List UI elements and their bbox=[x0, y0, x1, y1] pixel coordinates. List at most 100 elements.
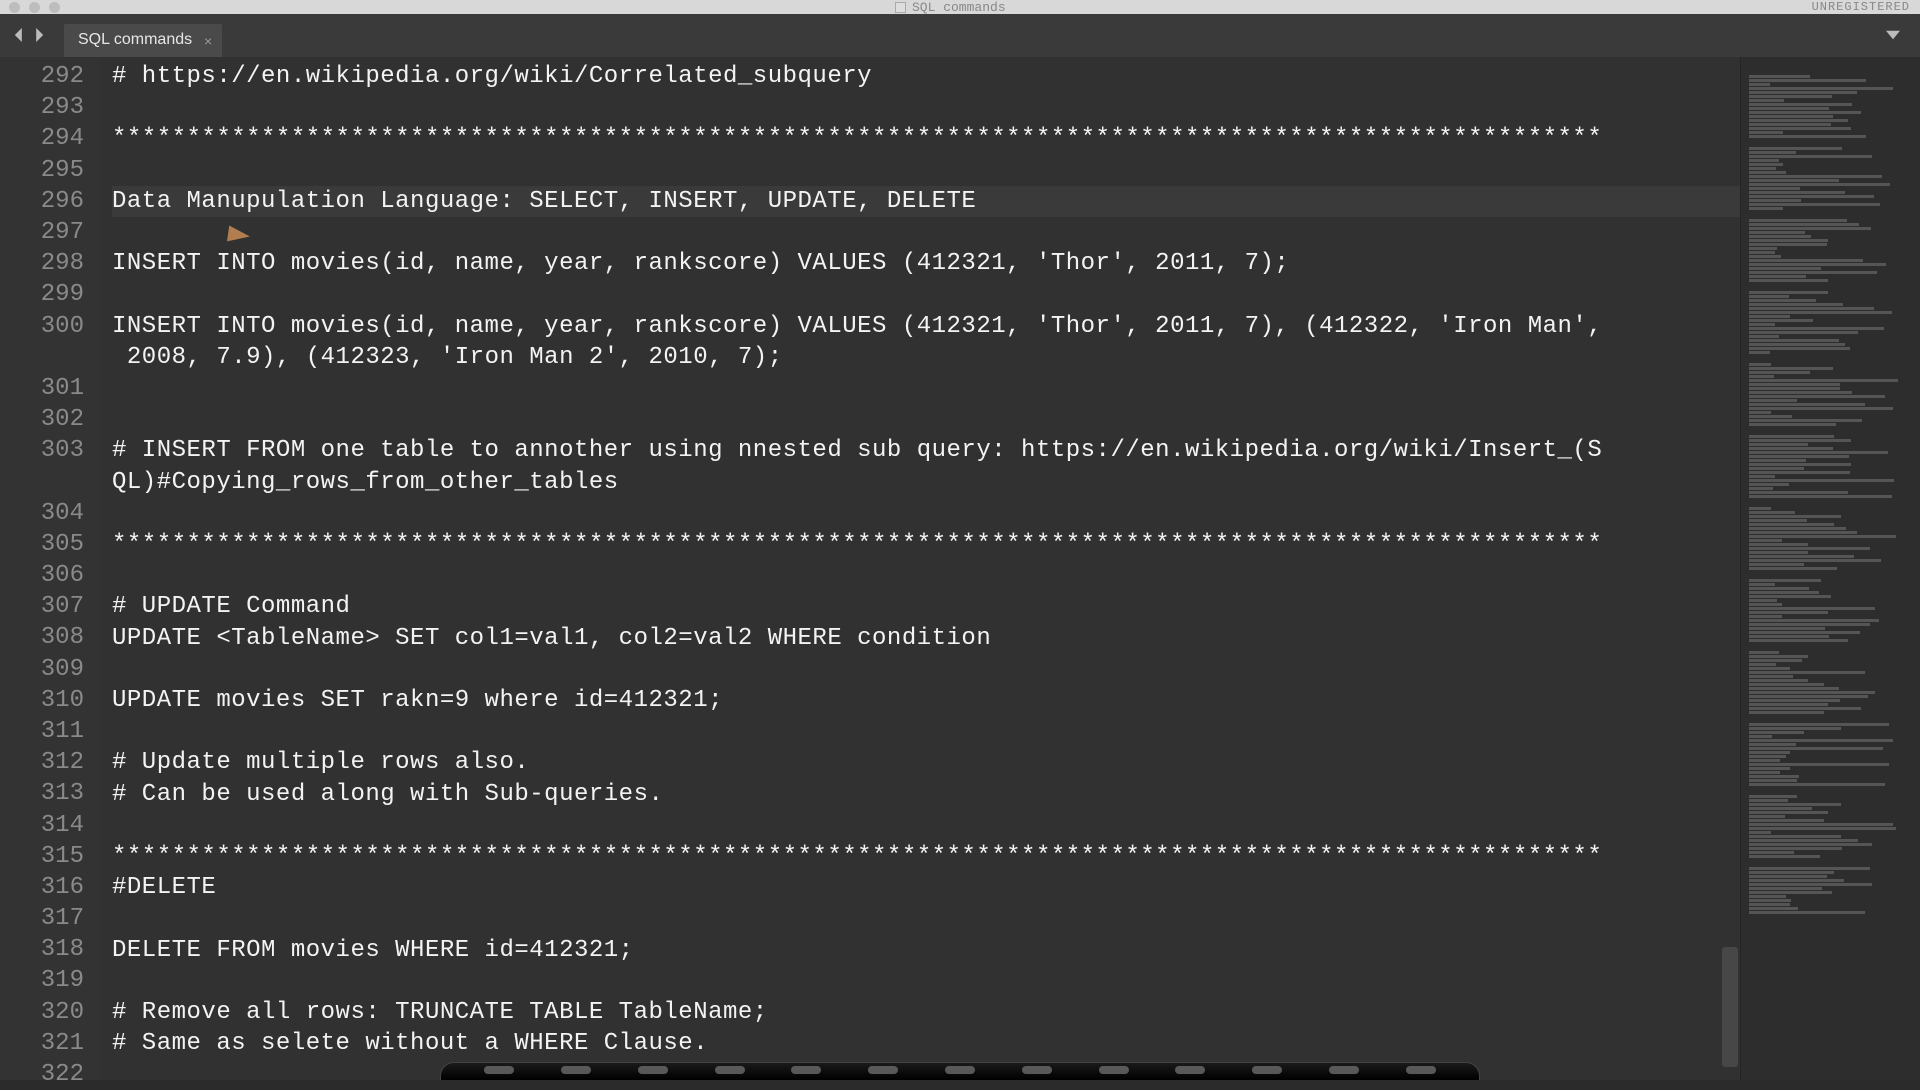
minimap-line bbox=[1749, 235, 1811, 238]
code-area[interactable]: # https://en.wikipedia.org/wiki/Correlat… bbox=[100, 57, 1740, 1080]
dock-app-icon[interactable] bbox=[945, 1066, 975, 1074]
code-line[interactable]: # UPDATE Command bbox=[112, 591, 1740, 622]
nav-back-icon[interactable] bbox=[12, 28, 26, 47]
line-number: 292 bbox=[0, 61, 84, 92]
dock-app-icon[interactable] bbox=[1099, 1066, 1129, 1074]
tab-close-icon[interactable]: × bbox=[204, 33, 212, 49]
code-line[interactable]: INSERT INTO movies(id, name, year, ranks… bbox=[112, 248, 1740, 279]
line-number: 314 bbox=[0, 810, 84, 841]
code-line[interactable]: # Can be used along with Sub-queries. bbox=[112, 779, 1740, 810]
line-number: 306 bbox=[0, 560, 84, 591]
dock-app-icon[interactable] bbox=[484, 1066, 514, 1074]
minimap-line bbox=[1749, 547, 1870, 550]
zoom-window-icon[interactable] bbox=[49, 2, 60, 13]
dock-app-icon[interactable] bbox=[1022, 1066, 1052, 1074]
code-line[interactable]: QL)#Copying_rows_from_other_tables bbox=[112, 467, 1740, 498]
code-line[interactable]: # Update multiple rows also. bbox=[112, 747, 1740, 778]
minimap-line bbox=[1749, 239, 1828, 242]
minimap-line bbox=[1749, 459, 1806, 462]
dock-app-icon[interactable] bbox=[1252, 1066, 1282, 1074]
nav-forward-icon[interactable] bbox=[32, 28, 46, 47]
dock-app-icon[interactable] bbox=[791, 1066, 821, 1074]
minimap-line bbox=[1749, 319, 1813, 322]
minimap-line bbox=[1749, 135, 1866, 138]
minimap-line bbox=[1749, 363, 1771, 366]
minimap[interactable] bbox=[1740, 57, 1920, 1080]
line-number: 311 bbox=[0, 716, 84, 747]
minimap-line bbox=[1749, 579, 1821, 582]
minimap-line bbox=[1749, 827, 1896, 830]
code-line[interactable] bbox=[112, 92, 1740, 123]
tab-overflow-icon[interactable] bbox=[1886, 28, 1900, 47]
minimap-line bbox=[1749, 851, 1794, 854]
close-window-icon[interactable] bbox=[9, 2, 20, 13]
macos-dock[interactable] bbox=[440, 1062, 1480, 1080]
dock-app-icon[interactable] bbox=[1175, 1066, 1205, 1074]
dock-app-icon[interactable] bbox=[1406, 1066, 1436, 1074]
line-number: 300 bbox=[0, 311, 84, 342]
code-line[interactable] bbox=[112, 498, 1740, 529]
minimap-line bbox=[1749, 259, 1863, 262]
code-line[interactable] bbox=[112, 966, 1740, 997]
tab-sql-commands[interactable]: SQL commands × bbox=[64, 24, 222, 57]
minimap-line bbox=[1749, 487, 1773, 490]
code-line[interactable] bbox=[112, 373, 1740, 404]
dock-app-icon[interactable] bbox=[638, 1066, 668, 1074]
code-line[interactable] bbox=[112, 217, 1740, 248]
code-line[interactable]: INSERT INTO movies(id, name, year, ranks… bbox=[112, 311, 1740, 342]
line-number: 298 bbox=[0, 248, 84, 279]
minimap-line bbox=[1749, 195, 1874, 198]
minimap-line bbox=[1749, 99, 1784, 102]
minimap-line bbox=[1749, 339, 1839, 342]
minimap-line bbox=[1749, 331, 1858, 334]
code-line[interactable]: ****************************************… bbox=[112, 841, 1740, 872]
code-line[interactable] bbox=[112, 404, 1740, 435]
os-menubar: SQL commands UNREGISTERED bbox=[0, 0, 1920, 14]
vertical-scrollbar-thumb[interactable] bbox=[1722, 947, 1738, 1067]
minimap-line bbox=[1749, 83, 1770, 86]
code-line[interactable]: # Remove all rows: TRUNCATE TABLE TableN… bbox=[112, 997, 1740, 1028]
code-line[interactable] bbox=[112, 560, 1740, 591]
dock-app-icon[interactable] bbox=[715, 1066, 745, 1074]
dock-app-icon[interactable] bbox=[1329, 1066, 1359, 1074]
minimize-window-icon[interactable] bbox=[29, 2, 40, 13]
minimap-line bbox=[1749, 479, 1894, 482]
window-traffic-lights[interactable] bbox=[9, 2, 60, 13]
code-line[interactable] bbox=[112, 654, 1740, 685]
minimap-line bbox=[1749, 379, 1898, 382]
line-number: 305 bbox=[0, 529, 84, 560]
code-line[interactable]: # https://en.wikipedia.org/wiki/Correlat… bbox=[112, 61, 1740, 92]
minimap-line bbox=[1749, 415, 1792, 418]
minimap-line bbox=[1749, 787, 1912, 795]
minimap-line bbox=[1749, 523, 1834, 526]
code-line[interactable] bbox=[112, 155, 1740, 186]
code-line[interactable]: UPDATE <TableName> SET col1=val1, col2=v… bbox=[112, 623, 1740, 654]
dock-app-icon[interactable] bbox=[561, 1066, 591, 1074]
code-line[interactable]: Data Manupulation Language: SELECT, INSE… bbox=[112, 186, 1740, 217]
minimap-line bbox=[1749, 679, 1808, 682]
code-line[interactable]: # Same as selete without a WHERE Clause. bbox=[112, 1028, 1740, 1059]
minimap-line bbox=[1749, 583, 1775, 586]
code-line[interactable]: #DELETE bbox=[112, 872, 1740, 903]
minimap-line bbox=[1749, 843, 1872, 846]
code-line[interactable] bbox=[112, 716, 1740, 747]
minimap-line bbox=[1749, 127, 1851, 130]
code-line[interactable]: DELETE FROM movies WHERE id=412321; bbox=[112, 935, 1740, 966]
minimap-line bbox=[1749, 483, 1789, 486]
dock-app-icon[interactable] bbox=[868, 1066, 898, 1074]
minimap-line bbox=[1749, 111, 1861, 114]
minimap-line bbox=[1749, 255, 1781, 258]
minimap-line bbox=[1749, 439, 1851, 442]
minimap-line bbox=[1749, 419, 1862, 422]
code-line[interactable]: # INSERT FROM one table to annother usin… bbox=[112, 435, 1740, 466]
code-line[interactable]: UPDATE movies SET rakn=9 where id=412321… bbox=[112, 685, 1740, 716]
minimap-line bbox=[1749, 515, 1841, 518]
code-line[interactable] bbox=[112, 279, 1740, 310]
code-line[interactable]: 2008, 7.9), (412323, 'Iron Man 2', 2010,… bbox=[112, 342, 1740, 373]
code-line[interactable] bbox=[112, 903, 1740, 934]
code-line[interactable] bbox=[112, 810, 1740, 841]
minimap-line bbox=[1749, 335, 1779, 338]
code-line[interactable]: ****************************************… bbox=[112, 529, 1740, 560]
code-line[interactable]: ****************************************… bbox=[112, 123, 1740, 154]
minimap-line bbox=[1749, 95, 1832, 98]
